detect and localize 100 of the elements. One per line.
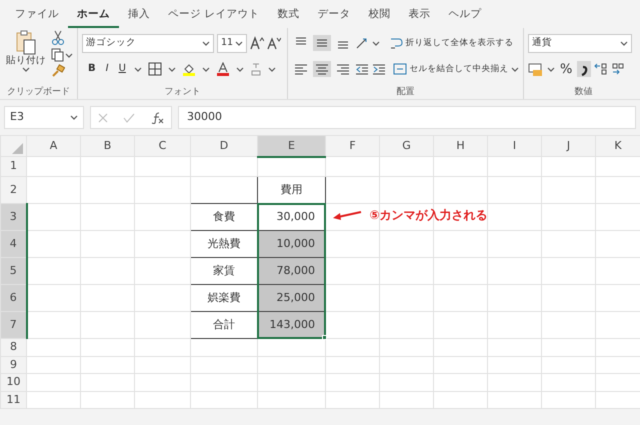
- column-header[interactable]: J: [542, 136, 596, 156]
- caret-icon: [620, 40, 628, 46]
- caret-icon: [511, 66, 519, 72]
- caret-icon[interactable]: [372, 40, 380, 46]
- row-header[interactable]: 7: [0, 312, 26, 338]
- row-header[interactable]: 10: [0, 374, 26, 391]
- currency-icon[interactable]: [528, 62, 544, 76]
- formula-field[interactable]: 30000: [178, 106, 636, 129]
- row-header[interactable]: 4: [0, 230, 26, 258]
- caret-icon[interactable]: [547, 66, 555, 72]
- row-label: 光熱費: [208, 236, 240, 250]
- column-header[interactable]: F: [326, 136, 380, 156]
- increase-decimal-icon[interactable]: [594, 62, 608, 76]
- column-header[interactable]: G: [380, 136, 434, 156]
- column-header[interactable]: I: [488, 136, 542, 156]
- name-box[interactable]: E3: [4, 106, 84, 129]
- decrease-indent-icon[interactable]: [355, 62, 369, 76]
- scissors-icon[interactable]: [51, 30, 65, 46]
- column-heading: 費用: [280, 182, 302, 196]
- column-header[interactable]: K: [596, 136, 640, 156]
- column-header[interactable]: H: [434, 136, 488, 156]
- ribbon-tab[interactable]: ファイル: [6, 3, 68, 28]
- font-color-icon[interactable]: [216, 62, 230, 76]
- ribbon-tab[interactable]: ページ レイアウト: [159, 3, 268, 28]
- row-header[interactable]: 8: [0, 338, 26, 356]
- bold-button[interactable]: B: [86, 63, 98, 75]
- borders-icon[interactable]: [148, 62, 162, 76]
- function-icon[interactable]: [150, 112, 164, 124]
- align-icon: [294, 62, 308, 76]
- fill-handle[interactable]: [322, 334, 326, 340]
- column-header[interactable]: E: [258, 136, 326, 156]
- group-label: フォント: [164, 86, 202, 99]
- row-label: 娯楽費: [208, 290, 240, 304]
- caret-icon[interactable]: [236, 66, 244, 72]
- row-label: 家賃: [213, 264, 235, 277]
- wrap-text-button[interactable]: 折り返して全体を表示する: [387, 35, 516, 51]
- wrap-text-icon: [389, 36, 403, 50]
- group-label: クリップボード: [6, 86, 71, 99]
- ribbon-tab[interactable]: データ: [308, 3, 360, 28]
- caret-icon[interactable]: [268, 66, 276, 72]
- row-header[interactable]: 2: [0, 176, 26, 204]
- row-header[interactable]: 6: [0, 284, 26, 312]
- ribbon-tab[interactable]: 表示: [399, 3, 440, 28]
- annotation-text: ⑤カンマが入力される: [370, 206, 488, 224]
- comma-style-button[interactable]: [577, 61, 592, 77]
- caret-icon[interactable]: [65, 52, 73, 58]
- percent-button[interactable]: %: [558, 62, 574, 76]
- row-header[interactable]: 3: [0, 204, 26, 230]
- caret-icon[interactable]: [134, 66, 142, 72]
- ribbon-tab[interactable]: 数式: [268, 3, 308, 28]
- phonetic-icon[interactable]: [250, 62, 262, 76]
- orientation-icon[interactable]: [355, 36, 369, 50]
- align-center-button[interactable]: [313, 61, 331, 77]
- row-label: 食費: [213, 210, 235, 223]
- amount: 10,000: [276, 236, 315, 250]
- ribbon-tab[interactable]: 校閲: [359, 3, 400, 28]
- align-middle-button[interactable]: [313, 35, 331, 51]
- amount: 143,000: [270, 318, 315, 331]
- corner-triangle-icon: [10, 140, 24, 154]
- merge-center-button[interactable]: セルを結合して中央揃え: [391, 61, 521, 77]
- increase-font-icon[interactable]: [250, 36, 264, 50]
- group-label: 数値: [574, 86, 594, 99]
- font-size-field[interactable]: 11: [217, 34, 247, 52]
- row-label: 合計: [213, 318, 235, 331]
- row-header[interactable]: 1: [0, 156, 26, 176]
- decrease-decimal-icon[interactable]: [611, 62, 626, 76]
- copy-icon[interactable]: [51, 48, 65, 62]
- ribbon-tab[interactable]: ホーム: [68, 3, 119, 28]
- caret-icon[interactable]: [202, 66, 210, 72]
- group-label: 配置: [396, 86, 416, 99]
- amount: 25,000: [276, 290, 315, 304]
- merge-icon: [393, 62, 407, 76]
- caret-icon: [202, 40, 210, 46]
- format-painter-icon[interactable]: [51, 64, 65, 78]
- column-header[interactable]: A: [26, 136, 80, 156]
- column-header[interactable]: C: [134, 136, 190, 156]
- align-icon: [336, 62, 350, 76]
- caret-icon[interactable]: [168, 66, 176, 72]
- decrease-font-icon[interactable]: [267, 36, 281, 50]
- row-header[interactable]: 11: [0, 391, 26, 408]
- column-header[interactable]: B: [80, 136, 134, 156]
- column-header[interactable]: D: [190, 136, 258, 156]
- number-format-field[interactable]: 通貨: [528, 34, 632, 52]
- row-header[interactable]: 9: [0, 356, 26, 374]
- caret-icon: [235, 40, 243, 46]
- row-header[interactable]: 5: [0, 258, 26, 284]
- font-name-field[interactable]: 游ゴシック: [82, 34, 214, 52]
- underline-button[interactable]: U: [116, 63, 128, 75]
- arrow-icon: [332, 208, 362, 220]
- align-icon: [315, 62, 329, 76]
- italic-button[interactable]: I: [104, 63, 111, 75]
- increase-indent-icon[interactable]: [372, 62, 386, 76]
- ribbon-tab[interactable]: 挿入: [119, 3, 159, 28]
- paste-button[interactable]: 貼り付け: [4, 30, 48, 86]
- caret-icon: [22, 66, 30, 72]
- fill-color-icon[interactable]: [182, 62, 196, 76]
- caret-icon: [70, 114, 78, 121]
- amount: 30,000: [276, 210, 315, 223]
- ribbon-tab[interactable]: ヘルプ: [439, 3, 490, 28]
- amount: 78,000: [276, 264, 315, 277]
